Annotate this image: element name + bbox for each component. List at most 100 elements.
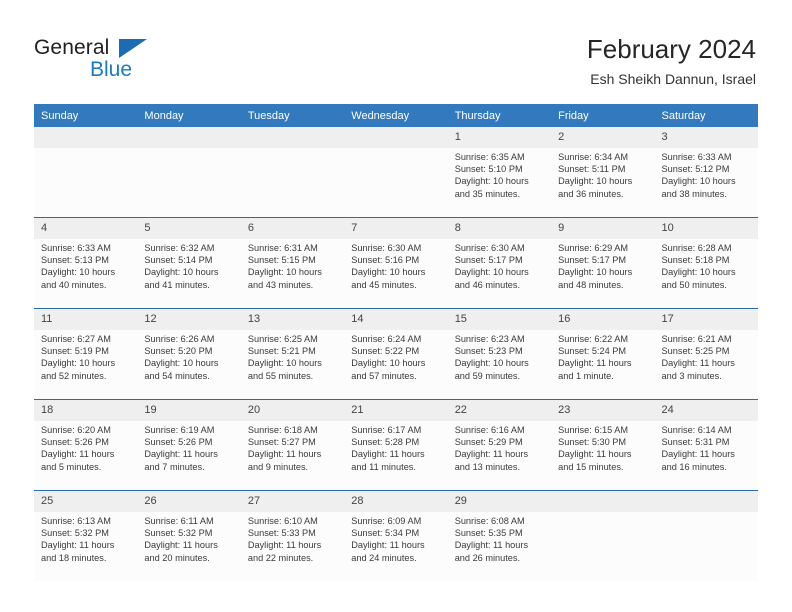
sunrise-text: Sunrise: 6:18 AM — [247, 425, 318, 435]
calendar-day-cell[interactable]: 28 Sunrise: 6:09 AM Sunset: 5:34 PM Dayligh… — [344, 490, 448, 581]
sunset-text: Sunset: 5:19 PM — [41, 346, 109, 357]
sunset-text: Sunset: 5:27 PM — [247, 437, 316, 448]
calendar-day-cell[interactable]: 8 Sunrise: 6:30 AM Sunset: 5:17 PM Daylight… — [447, 217, 552, 309]
day-number: 2 — [551, 127, 655, 148]
calendar-day-cell[interactable]: 13 Sunrise: 6:25 AM Sunset: 5:21 PM Dayligh… — [240, 308, 345, 400]
day-details: Sunrise: 6:34 AM Sunset: 5:11 PM Daylight:… — [551, 148, 654, 200]
calendar-day-cell[interactable]: 16 Sunrise: 6:22 AM Sunset: 5:24 PM Dayligh… — [551, 308, 655, 400]
day-details: Sunrise: 6:17 AM Sunset: 5:28 PM Daylight:… — [344, 421, 447, 473]
sunset-text: Sunset: 5:32 PM — [41, 528, 109, 539]
calendar-day-cell[interactable]: 18 Sunrise: 6:20 AM Sunset: 5:26 PM Dayligh… — [34, 399, 138, 491]
day-details: Sunrise: 6:13 AM Sunset: 5:32 PM Daylight:… — [34, 512, 137, 564]
day-number: 12 — [137, 309, 241, 330]
day-details: Sunrise: 6:23 AM Sunset: 5:23 PM Daylight:… — [448, 330, 551, 382]
calendar-day-cell[interactable]: 22 Sunrise: 6:16 AM Sunset: 5:29 PM Dayligh… — [447, 399, 552, 491]
calendar-day-cell[interactable]: 27 Sunrise: 6:10 AM Sunset: 5:33 PM Dayligh… — [240, 490, 345, 581]
day-details: Sunrise: 6:19 AM Sunset: 5:26 PM Daylight:… — [137, 421, 240, 473]
calendar-day-cell[interactable]: 23 Sunrise: 6:15 AM Sunset: 5:30 PM Dayligh… — [551, 399, 655, 491]
sunset-text: Sunset: 5:17 PM — [454, 255, 523, 266]
sunset-text: Sunset: 5:33 PM — [247, 528, 316, 539]
calendar-day-cell[interactable]: 10 Sunrise: 6:28 AM Sunset: 5:18 PM Dayligh… — [654, 217, 758, 309]
sunrise-text: Sunrise: 6:26 AM — [144, 334, 215, 344]
day-number: 13 — [240, 309, 345, 330]
daylight-text: Daylight: 11 hours and 16 minutes. — [661, 449, 735, 472]
day-details: Sunrise: 6:22 AM Sunset: 5:24 PM Daylight:… — [551, 330, 654, 382]
day-details: Sunrise: 6:30 AM Sunset: 5:17 PM Daylight:… — [448, 239, 551, 291]
calendar-day-cell[interactable]: 26 Sunrise: 6:11 AM Sunset: 5:32 PM Dayligh… — [137, 490, 241, 581]
calendar-page: General Blue February 2024 Esh Sheikh Da… — [0, 0, 792, 612]
calendar-day-cell[interactable]: 19 Sunrise: 6:19 AM Sunset: 5:26 PM Dayligh… — [137, 399, 241, 491]
sunset-text: Sunset: 5:25 PM — [661, 346, 730, 357]
calendar-day-cell[interactable]: 11 Sunrise: 6:27 AM Sunset: 5:19 PM Dayligh… — [34, 308, 138, 400]
daylight-text: Daylight: 11 hours and 20 minutes. — [144, 540, 218, 563]
calendar-day-cell[interactable]: 14 Sunrise: 6:24 AM Sunset: 5:22 PM Dayligh… — [344, 308, 448, 400]
day-details: Sunrise: 6:14 AM Sunset: 5:31 PM Daylight:… — [655, 421, 758, 473]
calendar-day-cell-empty — [344, 127, 448, 218]
calendar-day-cell[interactable]: 7 Sunrise: 6:30 AM Sunset: 5:16 PM Daylight… — [344, 217, 448, 309]
daylight-text: Daylight: 10 hours and 55 minutes. — [247, 358, 322, 381]
sunrise-text: Sunrise: 6:19 AM — [144, 425, 215, 435]
calendar-day-cell[interactable]: 15 Sunrise: 6:23 AM Sunset: 5:23 PM Dayligh… — [447, 308, 552, 400]
day-details: Sunrise: 6:11 AM Sunset: 5:32 PM Daylight:… — [137, 512, 240, 564]
sunset-text: Sunset: 5:10 PM — [454, 164, 523, 175]
sunrise-text: Sunrise: 6:10 AM — [247, 516, 318, 526]
calendar-day-cell[interactable]: 17 Sunrise: 6:21 AM Sunset: 5:25 PM Dayligh… — [654, 308, 758, 400]
daylight-text: Daylight: 11 hours and 24 minutes. — [351, 540, 425, 563]
day-number: 26 — [137, 491, 241, 512]
daylight-text: Daylight: 10 hours and 40 minutes. — [41, 267, 116, 290]
weekday-header-thursday: Thursday — [447, 104, 552, 127]
day-details: Sunrise: 6:24 AM Sunset: 5:22 PM Daylight:… — [344, 330, 447, 382]
calendar-day-cell[interactable]: 1 Sunrise: 6:35 AM Sunset: 5:10 PM Daylight… — [447, 127, 552, 218]
day-details: Sunrise: 6:35 AM Sunset: 5:10 PM Daylight:… — [448, 148, 551, 200]
daylight-text: Daylight: 10 hours and 38 minutes. — [661, 176, 736, 199]
day-number: 18 — [34, 400, 138, 421]
day-number: 21 — [344, 400, 448, 421]
day-number — [344, 127, 448, 148]
page-header: General Blue February 2024 Esh Sheikh Da… — [0, 0, 792, 100]
calendar-day-cell[interactable]: 2 Sunrise: 6:34 AM Sunset: 5:11 PM Daylight… — [551, 127, 655, 218]
day-number: 5 — [137, 218, 241, 239]
sunset-text: Sunset: 5:29 PM — [454, 437, 523, 448]
sunrise-text: Sunrise: 6:27 AM — [41, 334, 111, 344]
day-details: Sunrise: 6:15 AM Sunset: 5:30 PM Daylight:… — [551, 421, 654, 473]
calendar-day-cell[interactable]: 29 Sunrise: 6:08 AM Sunset: 5:35 PM Dayligh… — [447, 490, 552, 581]
daylight-text: Daylight: 11 hours and 7 minutes. — [144, 449, 218, 472]
day-number — [34, 127, 138, 148]
day-details: Sunrise: 6:08 AM Sunset: 5:35 PM Daylight:… — [448, 512, 551, 564]
daylight-text: Daylight: 10 hours and 52 minutes. — [41, 358, 116, 381]
daylight-text: Daylight: 10 hours and 59 minutes. — [454, 358, 529, 381]
sunrise-text: Sunrise: 6:08 AM — [454, 516, 525, 526]
calendar-day-cell[interactable]: 12 Sunrise: 6:26 AM Sunset: 5:20 PM Dayligh… — [137, 308, 241, 400]
calendar-day-cell[interactable]: 25 Sunrise: 6:13 AM Sunset: 5:32 PM Dayligh… — [34, 490, 138, 581]
day-number: 29 — [447, 491, 552, 512]
calendar-day-cell[interactable]: 3 Sunrise: 6:33 AM Sunset: 5:12 PM Daylight… — [654, 127, 758, 218]
daylight-text: Daylight: 11 hours and 15 minutes. — [558, 449, 632, 472]
sunrise-text: Sunrise: 6:20 AM — [41, 425, 111, 435]
sunrise-text: Sunrise: 6:35 AM — [454, 152, 525, 162]
day-details: Sunrise: 6:29 AM Sunset: 5:17 PM Daylight:… — [551, 239, 654, 291]
daylight-text: Daylight: 11 hours and 1 minute. — [558, 358, 632, 381]
weekday-header-friday: Friday — [551, 104, 655, 127]
calendar-header-row: Sunday Monday Tuesday Wednesday Thursday… — [34, 104, 758, 127]
day-number: 4 — [34, 218, 138, 239]
logo-text-general: General — [34, 36, 110, 59]
calendar-day-cell[interactable]: 24 Sunrise: 6:14 AM Sunset: 5:31 PM Dayligh… — [654, 399, 758, 491]
sunrise-text: Sunrise: 6:13 AM — [41, 516, 111, 526]
calendar-day-cell[interactable]: 20 Sunrise: 6:18 AM Sunset: 5:27 PM Dayligh… — [240, 399, 345, 491]
sunset-text: Sunset: 5:11 PM — [558, 164, 626, 175]
calendar-day-cell[interactable]: 21 Sunrise: 6:17 AM Sunset: 5:28 PM Dayligh… — [344, 399, 448, 491]
sunrise-text: Sunrise: 6:31 AM — [247, 243, 318, 253]
daylight-text: Daylight: 10 hours and 50 minutes. — [661, 267, 736, 290]
sunset-text: Sunset: 5:16 PM — [351, 255, 420, 266]
calendar-day-cell[interactable]: 4 Sunrise: 6:33 AM Sunset: 5:13 PM Daylight… — [34, 217, 138, 309]
daylight-text: Daylight: 10 hours and 48 minutes. — [558, 267, 633, 290]
weekday-header-monday: Monday — [137, 104, 241, 127]
general-blue-logo[interactable]: General Blue — [34, 36, 214, 86]
sunset-text: Sunset: 5:26 PM — [144, 437, 213, 448]
calendar-day-cell[interactable]: 5 Sunrise: 6:32 AM Sunset: 5:14 PM Daylight… — [137, 217, 241, 309]
daylight-text: Daylight: 11 hours and 22 minutes. — [247, 540, 322, 563]
logo-triangle-icon — [119, 39, 147, 58]
day-number: 23 — [551, 400, 655, 421]
calendar-day-cell[interactable]: 6 Sunrise: 6:31 AM Sunset: 5:15 PM Daylight… — [240, 217, 345, 309]
calendar-day-cell[interactable]: 9 Sunrise: 6:29 AM Sunset: 5:17 PM Daylight… — [551, 217, 655, 309]
